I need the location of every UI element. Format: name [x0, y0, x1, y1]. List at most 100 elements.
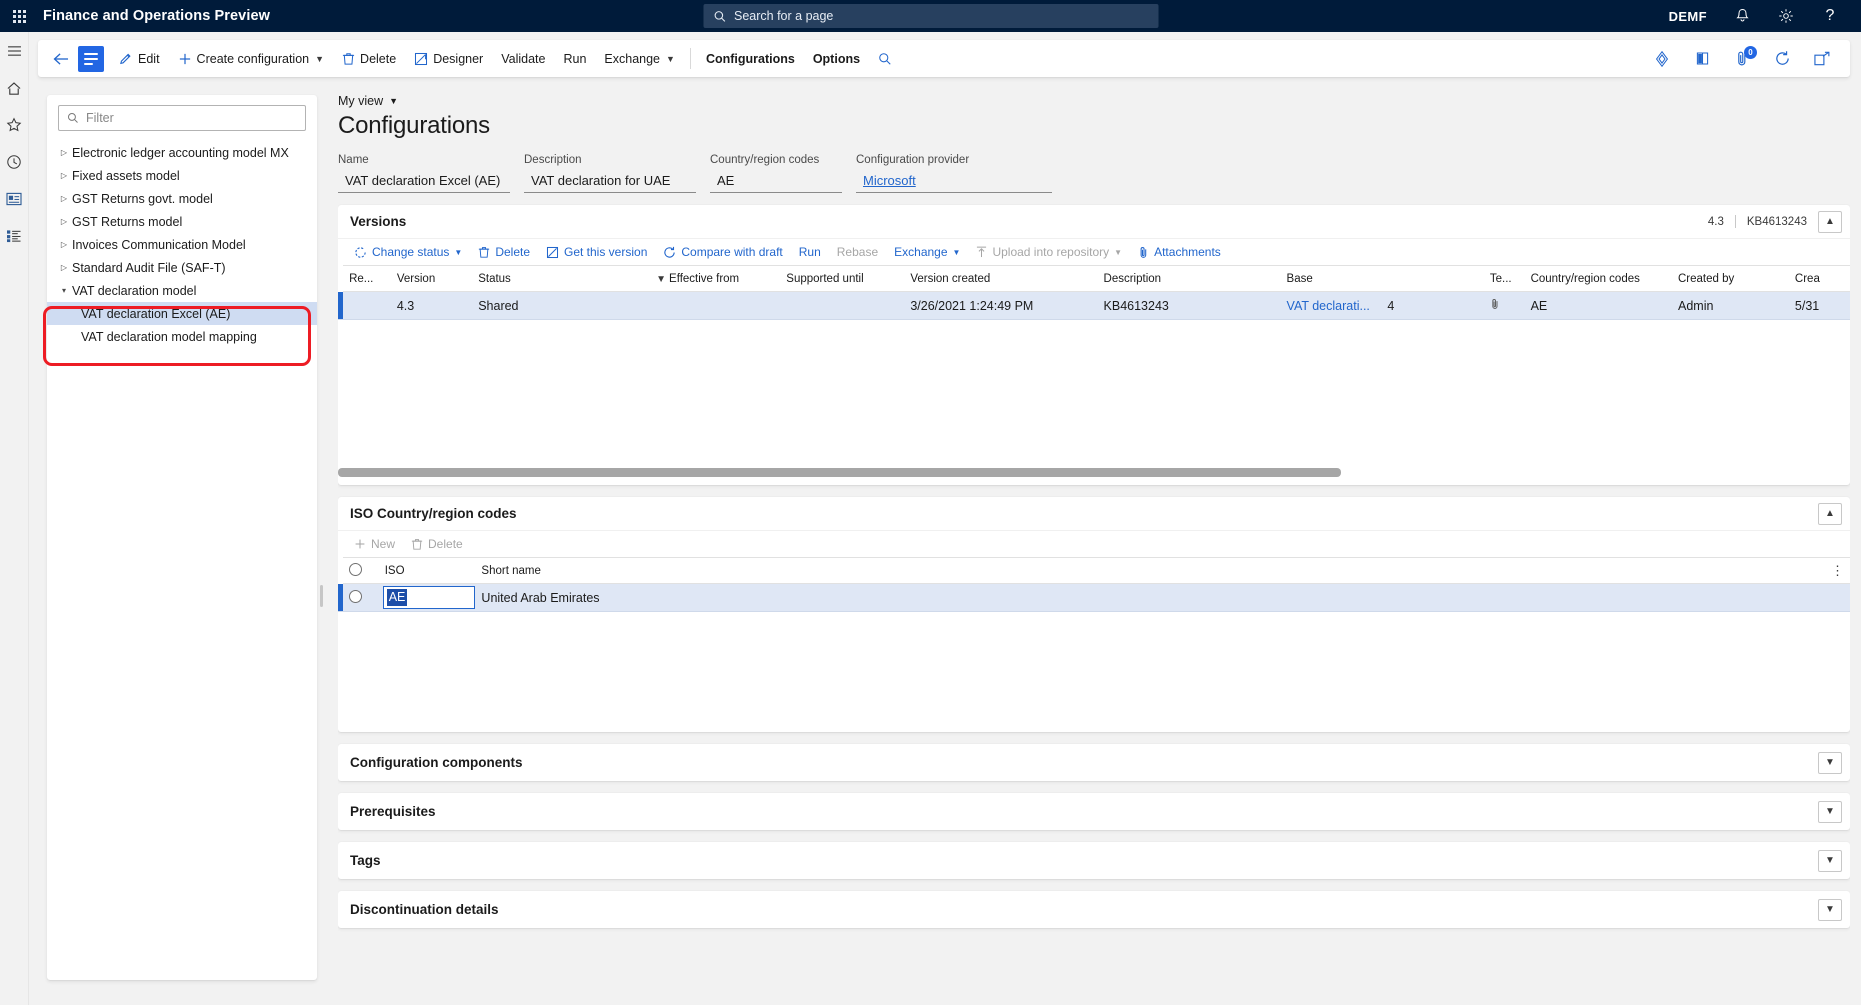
create-configuration-button[interactable]: Create configuration ▼ [169, 44, 334, 74]
chevron-right-icon[interactable]: ▷ [56, 171, 72, 180]
recent-clock-icon[interactable] [5, 153, 23, 171]
chevron-down-expanded-icon[interactable]: ▾ [56, 286, 72, 295]
notifications-icon[interactable] [1733, 7, 1751, 25]
cell-version[interactable]: 4.3 [390, 291, 473, 320]
column-header-version-created[interactable]: Version created [904, 265, 1098, 292]
tree-node-standard-audit-file-saf-t[interactable]: ▷ Standard Audit File (SAF-T) [47, 256, 317, 279]
run-button[interactable]: Run [554, 44, 595, 74]
prerequisites-header[interactable]: Prerequisites ▼ [338, 793, 1850, 830]
tree-node-fixed-assets-model[interactable]: ▷ Fixed assets model [47, 164, 317, 187]
versions-section-header[interactable]: Versions 4.3 KB4613243 ▲ [338, 205, 1850, 238]
column-header-base[interactable]: Base [1280, 265, 1484, 292]
versions-collapse-button[interactable]: ▲ [1818, 210, 1842, 233]
get-this-version-button[interactable]: Get this version [538, 240, 655, 264]
tab-options[interactable]: Options [804, 44, 869, 74]
column-header-created[interactable]: Crea [1788, 265, 1850, 292]
discontinuation-details-section[interactable]: Discontinuation details ▼ [338, 891, 1850, 928]
tags-section[interactable]: Tags ▼ [338, 842, 1850, 879]
chevron-right-icon[interactable]: ▷ [56, 263, 72, 272]
edit-button[interactable]: Edit [110, 44, 169, 74]
tree-node-vat-declaration-model-mapping[interactable]: VAT declaration model mapping [47, 325, 317, 348]
cell-supported-until[interactable] [780, 291, 905, 320]
designer-button[interactable]: Designer [405, 44, 492, 74]
configuration-components-section[interactable]: Configuration components ▼ [338, 744, 1850, 781]
attachments-icon[interactable]: 0 [1732, 45, 1757, 69]
company-selector[interactable]: DEMF [1669, 9, 1707, 24]
open-in-new-window-icon[interactable] [1812, 49, 1832, 69]
cell-created[interactable]: 5/31 [1788, 291, 1850, 320]
favorites-star-icon[interactable] [5, 116, 23, 134]
delete-button[interactable]: Delete [333, 44, 405, 74]
configuration-components-expand-button[interactable]: ▼ [1818, 751, 1842, 774]
chevron-right-icon[interactable]: ▷ [56, 240, 72, 249]
workspaces-icon[interactable] [5, 190, 23, 208]
page-options-icon[interactable] [1692, 49, 1712, 69]
column-header-supported-until[interactable]: Supported until [780, 265, 905, 292]
tab-configurations[interactable]: Configurations [697, 44, 804, 74]
radio-icon[interactable] [349, 589, 363, 603]
more-options-icon[interactable]: ⋮ [1831, 563, 1844, 578]
iso-row-radio[interactable] [343, 583, 379, 612]
discontinuation-details-expand-button[interactable]: ▼ [1818, 898, 1842, 921]
versions-delete-button[interactable]: Delete [470, 240, 538, 264]
prerequisites-section[interactable]: Prerequisites ▼ [338, 793, 1850, 830]
field-name-input[interactable]: VAT declaration Excel (AE) [338, 169, 510, 193]
column-header-version[interactable]: Version [390, 265, 473, 292]
tree-node-electronic-ledger-accounting-model-mx[interactable]: ▷ Electronic ledger accounting model MX [47, 141, 317, 164]
iso-cell-short-name[interactable]: United Arab Emirates [475, 583, 1820, 612]
versions-run-button[interactable]: Run [791, 240, 829, 264]
column-header-status[interactable]: Status [472, 265, 651, 292]
field-configuration-provider-link[interactable]: Microsoft [856, 169, 1052, 193]
show-navigation-button[interactable] [78, 45, 104, 72]
table-row[interactable]: 4.3 Shared 3/26/2021 1:24:49 PM KB461324… [338, 291, 1850, 320]
cell-description[interactable]: KB4613243 [1097, 291, 1281, 320]
tags-expand-button[interactable]: ▼ [1818, 849, 1842, 872]
refresh-icon[interactable] [1772, 49, 1792, 69]
iso-collapse-button[interactable]: ▲ [1818, 502, 1842, 525]
cell-base-link[interactable]: VAT declarati... [1287, 299, 1370, 313]
cell-country-region-codes[interactable]: AE [1524, 291, 1672, 320]
menu-icon[interactable] [5, 42, 23, 60]
iso-column-header-iso[interactable]: ISO [378, 557, 476, 584]
modules-list-icon[interactable] [5, 227, 23, 245]
cell-effective-from[interactable] [650, 291, 781, 320]
help-icon[interactable]: ? [1821, 7, 1839, 25]
chevron-right-icon[interactable]: ▷ [56, 194, 72, 203]
view-selector[interactable]: My view ▼ [338, 94, 398, 108]
global-search-box[interactable]: Search for a page [703, 4, 1158, 28]
cell-created-by[interactable]: Admin [1672, 291, 1789, 320]
column-header-te[interactable]: Te... [1483, 265, 1525, 292]
column-header-country-region-codes[interactable]: Country/region codes [1524, 265, 1672, 292]
column-header-description[interactable]: Description [1097, 265, 1281, 292]
versions-scrollbar-thumb[interactable] [338, 468, 1341, 477]
table-row[interactable]: AE United Arab Emirates [338, 583, 1850, 612]
configuration-components-header[interactable]: Configuration components ▼ [338, 744, 1850, 781]
chevron-right-icon[interactable]: ▷ [56, 217, 72, 226]
cell-status[interactable]: Shared [472, 291, 651, 320]
cell-version-created[interactable]: 3/26/2021 1:24:49 PM [904, 291, 1098, 320]
radio-icon[interactable] [349, 562, 363, 576]
iso-column-header-short-name[interactable]: Short name [475, 557, 1820, 584]
personalize-icon[interactable] [1652, 49, 1672, 69]
change-status-button[interactable]: Change status ▼ [346, 240, 470, 264]
chevron-right-icon[interactable]: ▷ [56, 148, 72, 157]
tree-node-vat-declaration-model[interactable]: ▾ VAT declaration model [47, 279, 317, 302]
versions-exchange-button[interactable]: Exchange ▼ [886, 240, 968, 264]
tree-node-gst-returns-model[interactable]: ▷ GST Returns model [47, 210, 317, 233]
prerequisites-expand-button[interactable]: ▼ [1818, 800, 1842, 823]
settings-icon[interactable] [1777, 7, 1795, 25]
iso-cell-iso-editor[interactable]: AE [382, 586, 475, 609]
iso-select-all-header[interactable] [343, 557, 379, 584]
panel-splitter-handle[interactable] [320, 585, 323, 607]
versions-horizontal-scrollbar[interactable] [338, 466, 1850, 479]
iso-grid-options-header[interactable]: ⋮ [1819, 557, 1850, 584]
column-header-re[interactable]: Re... [343, 265, 391, 292]
field-description-input[interactable]: VAT declaration for UAE [524, 169, 696, 193]
column-header-created-by[interactable]: Created by [1672, 265, 1789, 292]
home-icon[interactable] [5, 79, 23, 97]
tree-filter-input[interactable]: Filter [58, 105, 306, 131]
compare-with-draft-button[interactable]: Compare with draft [655, 240, 790, 264]
field-country-region-codes-input[interactable]: AE [710, 169, 842, 193]
tree-node-vat-declaration-excel-ae[interactable]: VAT declaration Excel (AE) [47, 302, 317, 325]
discontinuation-details-header[interactable]: Discontinuation details ▼ [338, 891, 1850, 928]
